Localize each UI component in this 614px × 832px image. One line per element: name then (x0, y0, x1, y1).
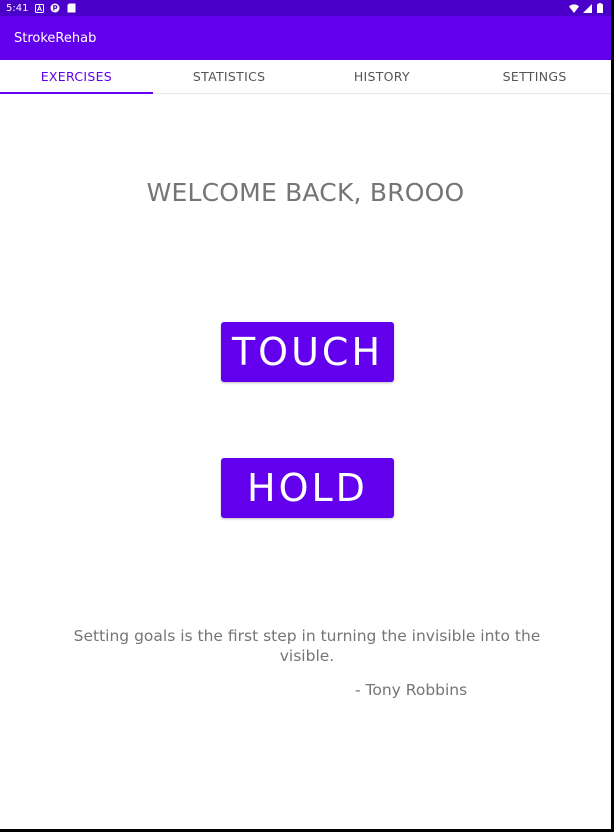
p-icon (50, 3, 60, 13)
tab-label: HISTORY (353, 69, 410, 84)
tab-exercises[interactable]: EXERCISES (0, 60, 153, 94)
tab-history[interactable]: HISTORY (306, 60, 459, 93)
hold-button[interactable]: HOLD (221, 458, 394, 518)
app-title: StrokeRehab (14, 30, 97, 46)
tab-label: EXERCISES (40, 69, 113, 84)
status-right (569, 3, 605, 13)
signal-icon (582, 3, 592, 13)
status-time: 5:41 (6, 2, 29, 14)
a-icon (34, 3, 44, 13)
status-bar: 5:41 (0, 0, 611, 16)
tab-statistics[interactable]: STATISTICS (153, 60, 306, 93)
app-screen: 5:41 StrokeRehab EXERCISES STATISTICS HI… (0, 0, 611, 829)
app-bar: StrokeRehab (0, 16, 611, 60)
tab-bar: EXERCISES STATISTICS HISTORY SETTINGS (0, 60, 611, 94)
sd-card-icon (66, 3, 76, 13)
tab-label: STATISTICS (192, 69, 266, 84)
battery-icon (595, 3, 605, 13)
welcome-heading: WELCOME BACK, BROOO (146, 178, 465, 207)
tab-label: SETTINGS (502, 69, 567, 84)
tab-settings[interactable]: SETTINGS (458, 60, 611, 93)
wifi-icon (569, 3, 579, 13)
status-left: 5:41 (6, 3, 76, 14)
quote-text: Setting goals is the first step in turni… (73, 627, 541, 665)
touch-button[interactable]: TOUCH (221, 322, 394, 382)
quote-author: - Tony Robbins (355, 681, 468, 699)
